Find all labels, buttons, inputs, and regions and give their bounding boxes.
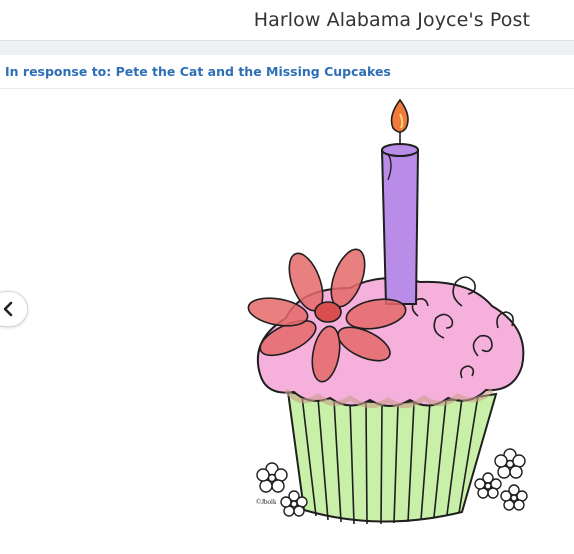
response-bar: In response to: Pete the Cat and the Mis…	[0, 55, 574, 89]
cupcake-liner	[286, 390, 498, 525]
cupcake-candle	[380, 98, 420, 305]
post-title: Harlow Alabama Joyce's Post	[253, 9, 530, 31]
cupcake-artwork: ©Jbolk	[247, 98, 528, 525]
artist-signature: ©Jbolk	[256, 498, 277, 506]
previous-button[interactable]	[0, 291, 28, 327]
post-page: Harlow Alabama Joyce's Post In response …	[0, 0, 574, 554]
chevron-left-icon	[3, 301, 13, 317]
header-divider	[0, 40, 574, 55]
in-response-to-link[interactable]: In response to: Pete the Cat and the Mis…	[5, 64, 391, 79]
post-header: Harlow Alabama Joyce's Post	[0, 0, 574, 40]
